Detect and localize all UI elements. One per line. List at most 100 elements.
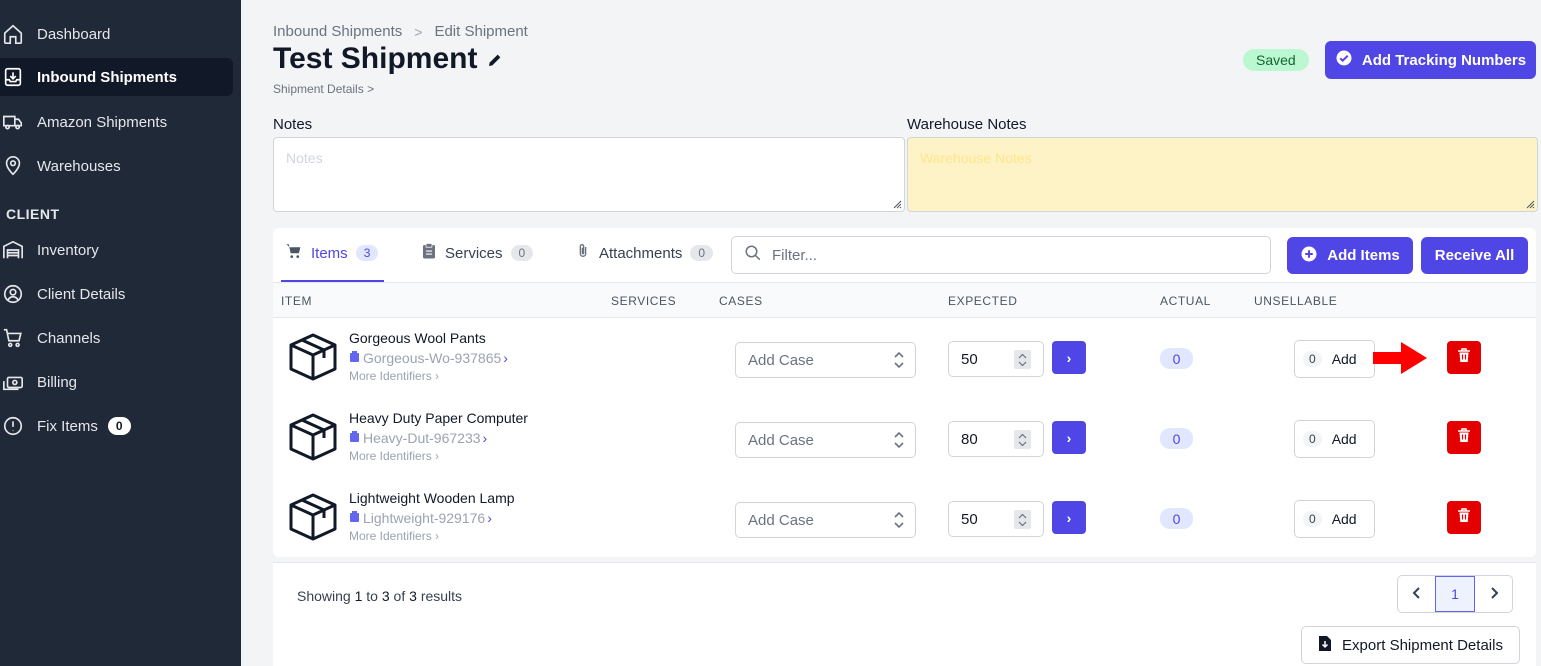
trash-icon — [1457, 427, 1471, 448]
sidebar: Dashboard Inbound Shipments Amazon Shipm… — [0, 0, 241, 666]
add-tracking-numbers-button[interactable]: Add Tracking Numbers — [1325, 41, 1536, 79]
quantity-stepper[interactable] — [1014, 350, 1031, 369]
column-header-cases: CASES — [719, 294, 763, 308]
more-identifiers-link[interactable]: More Identifiers › — [349, 449, 439, 463]
sidebar-item-warehouses[interactable]: Warehouses — [0, 147, 121, 185]
quantity-stepper[interactable] — [1014, 430, 1031, 449]
sidebar-item-channels[interactable]: Channels — [0, 319, 100, 357]
unsellable-add-label: Add — [1331, 511, 1357, 527]
add-case-select[interactable]: Add Case — [735, 342, 916, 378]
cart-icon — [1, 326, 25, 350]
notes-textarea[interactable]: Notes — [273, 137, 905, 212]
chevron-right-icon: › — [1066, 429, 1072, 446]
add-items-button[interactable]: Add Items — [1287, 237, 1413, 274]
resize-grip-icon[interactable] — [892, 199, 902, 209]
actual-count-badge: 0 — [1160, 348, 1193, 369]
delete-item-button[interactable] — [1447, 421, 1481, 454]
sidebar-item-inventory[interactable]: Inventory — [0, 231, 99, 269]
more-identifiers-label: More Identifiers — [349, 449, 432, 463]
tab-items[interactable]: Items 3 — [285, 242, 379, 264]
delete-item-button[interactable] — [1447, 341, 1481, 374]
unsellable-add-button[interactable]: 0 Add — [1294, 420, 1375, 458]
export-shipment-details-button[interactable]: Export Shipment Details — [1301, 626, 1520, 664]
warehouse-notes-textarea[interactable]: Warehouse Notes — [907, 137, 1538, 212]
item-sku[interactable]: Gorgeous-Wo-937865 › — [349, 350, 508, 366]
trash-icon — [1457, 347, 1471, 368]
package-box-icon — [287, 411, 339, 468]
red-arrow-annotation-icon — [1373, 340, 1429, 381]
breadcrumb-inbound-shipments[interactable]: Inbound Shipments — [273, 23, 402, 40]
add-case-label: Add Case — [748, 431, 814, 449]
add-case-select[interactable]: Add Case — [735, 502, 916, 538]
delete-item-button[interactable] — [1447, 501, 1481, 534]
notes-label: Notes — [273, 116, 313, 133]
search-icon — [744, 244, 762, 266]
item-sku[interactable]: Lightweight-929176 › — [349, 510, 492, 526]
item-name[interactable]: Heavy Duty Paper Computer — [349, 410, 528, 426]
chevron-up-down-icon — [893, 430, 905, 454]
add-items-label: Add Items — [1327, 247, 1400, 264]
sidebar-item-label: Inbound Shipments — [37, 68, 177, 86]
table-row: Heavy Duty Paper Computer Heavy-Dut-9672… — [273, 399, 1536, 479]
map-pin-icon — [1, 154, 25, 178]
warehouse-icon — [1, 238, 25, 262]
receive-all-button[interactable]: Receive All — [1421, 237, 1528, 274]
tab-attachments-label: Attachments — [599, 244, 683, 262]
sidebar-item-billing[interactable]: Billing — [0, 363, 77, 401]
page-number-button[interactable]: 1 — [1435, 576, 1475, 612]
chevron-right-icon: > — [367, 82, 375, 96]
chevron-right-icon: › — [1066, 509, 1072, 526]
next-page-button[interactable] — [1475, 576, 1512, 612]
unsellable-add-button[interactable]: 0 Add — [1294, 340, 1375, 378]
prev-page-button[interactable] — [1398, 576, 1435, 612]
sku-tag-icon — [349, 350, 361, 366]
tab-services[interactable]: Services 0 — [421, 242, 534, 264]
expected-quantity-input[interactable]: 50 — [948, 501, 1044, 537]
sidebar-section-client: CLIENT — [6, 206, 60, 222]
sidebar-item-label: Client Details — [37, 285, 126, 303]
sidebar-item-client-details[interactable]: Client Details — [0, 275, 125, 313]
column-header-item: ITEM — [281, 294, 313, 308]
chevron-up-down-icon — [893, 510, 905, 534]
trash-icon — [1457, 507, 1471, 528]
more-identifiers-link[interactable]: More Identifiers › — [349, 529, 439, 543]
add-case-select[interactable]: Add Case — [735, 422, 916, 458]
more-identifiers-link[interactable]: More Identifiers › — [349, 369, 439, 383]
shipment-details-link[interactable]: Shipment Details > — [273, 82, 374, 96]
expected-quantity-value: 50 — [961, 510, 978, 528]
truck-icon — [1, 110, 25, 134]
expected-quantity-input[interactable]: 50 — [948, 341, 1044, 377]
filter-placeholder: Filter... — [772, 246, 818, 264]
sidebar-item-fix-items[interactable]: Fix Items 0 — [0, 407, 131, 445]
sidebar-item-label: Billing — [37, 373, 78, 391]
set-expected-button[interactable]: › — [1052, 341, 1086, 374]
sidebar-item-amazon-shipments[interactable]: Amazon Shipments — [0, 103, 167, 141]
sku-tag-icon — [349, 430, 361, 446]
edit-pencil-icon[interactable] — [487, 42, 503, 76]
showing-prefix: Showing — [297, 588, 351, 604]
results-to-word: to — [366, 588, 378, 604]
subcrumb-label: Shipment Details — [273, 82, 364, 96]
set-expected-button[interactable]: › — [1052, 421, 1086, 454]
inbox-download-icon — [1, 65, 25, 89]
sidebar-item-inbound-shipments[interactable]: Inbound Shipments — [0, 58, 233, 96]
item-name[interactable]: Lightweight Wooden Lamp — [349, 490, 515, 506]
tab-services-count: 0 — [510, 245, 534, 261]
expected-quantity-input[interactable]: 80 — [948, 421, 1044, 457]
sidebar-item-dashboard[interactable]: Dashboard — [0, 15, 110, 53]
page-title: Test Shipment — [273, 42, 478, 75]
table-row: Gorgeous Wool Pants Gorgeous-Wo-937865 ›… — [273, 319, 1536, 399]
tab-attachments[interactable]: Attachments 0 — [575, 242, 714, 264]
quantity-stepper[interactable] — [1014, 510, 1031, 529]
item-name[interactable]: Gorgeous Wool Pants — [349, 330, 486, 346]
table-header: ITEM SERVICES CASES EXPECTED ACTUAL UNSE… — [273, 282, 1536, 318]
sidebar-item-label: Amazon Shipments — [37, 113, 168, 131]
page-title-row: Test Shipment — [273, 42, 503, 76]
plus-circle-icon — [1300, 245, 1318, 267]
unsellable-add-button[interactable]: 0 Add — [1294, 500, 1375, 538]
item-sku[interactable]: Heavy-Dut-967233 › — [349, 430, 487, 446]
set-expected-button[interactable]: › — [1052, 501, 1086, 534]
resize-grip-icon[interactable] — [1525, 199, 1535, 209]
table-row: Lightweight Wooden Lamp Lightweight-9291… — [273, 479, 1536, 559]
filter-input[interactable]: Filter... — [731, 236, 1271, 274]
